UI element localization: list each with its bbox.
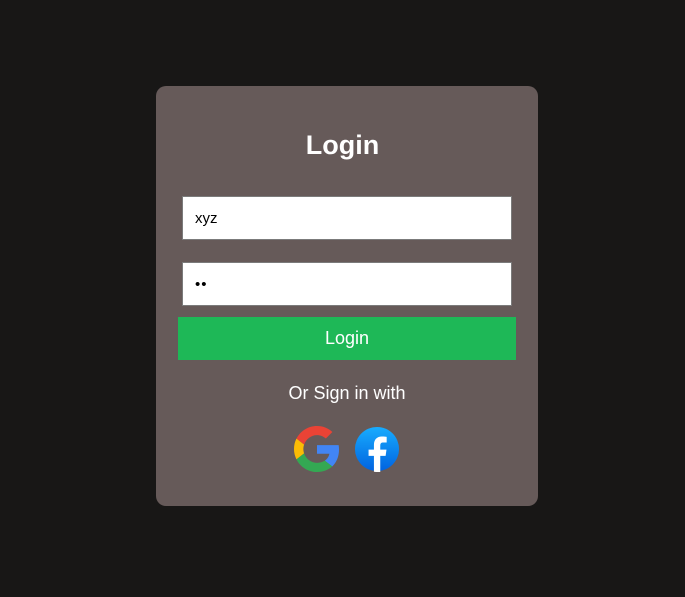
- password-input[interactable]: [182, 262, 512, 306]
- username-input[interactable]: [182, 196, 512, 240]
- google-signin-button[interactable]: [294, 426, 340, 472]
- login-title: Login: [305, 130, 380, 160]
- facebook-signin-button[interactable]: [354, 426, 400, 472]
- alt-signin-text: Or Sign in with: [288, 383, 406, 403]
- facebook-icon: [354, 426, 400, 472]
- google-icon: [294, 426, 340, 472]
- login-button[interactable]: Login: [178, 317, 516, 360]
